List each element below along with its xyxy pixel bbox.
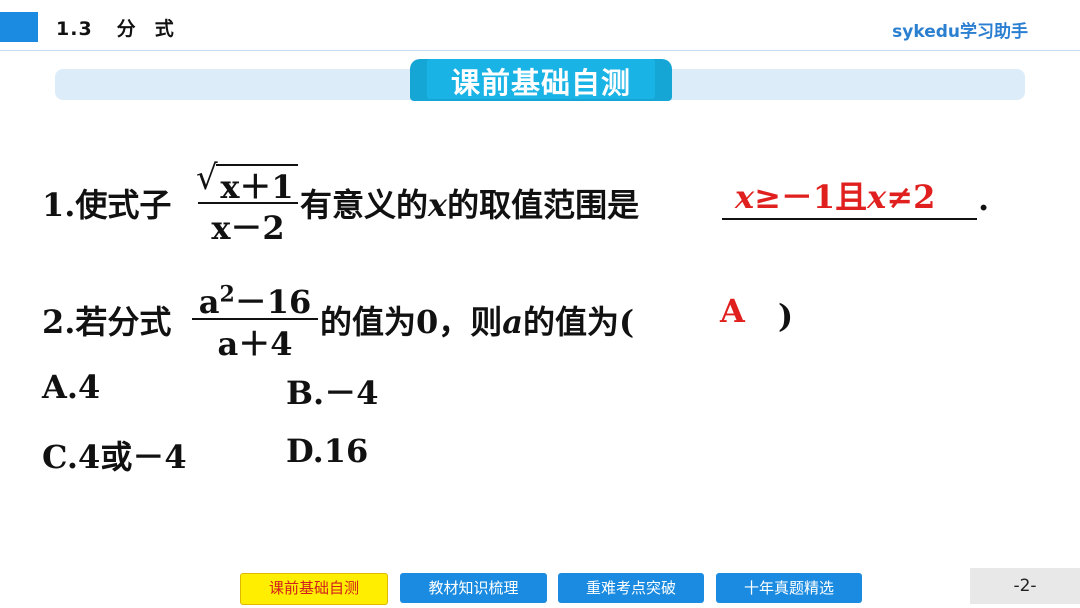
q2-denominator: a＋4 [217, 325, 293, 363]
option-c: C.4或－4 [42, 438, 187, 476]
q1-answer: x≥－1且x≠2 [735, 178, 936, 216]
nav-button-past-exams[interactable]: 十年真题精选 [716, 573, 862, 603]
q2-middle: 的值为0，则a的值为( [320, 303, 635, 341]
q1-answer-blank-line [722, 218, 977, 220]
page-number: -2- [970, 568, 1080, 604]
option-b: B.－4 [286, 374, 379, 412]
q2-prefix: 2.若分式 [42, 303, 172, 341]
q1-fraction: √ x＋1 x－2 [196, 158, 298, 247]
header-accent-block [0, 12, 38, 42]
nav-button-textbook-review[interactable]: 教材知识梳理 [400, 573, 547, 603]
q2-numerator: a2－16 [198, 281, 312, 321]
q1-prefix: 1.使式子 [42, 186, 172, 224]
q1-denominator: x－2 [211, 209, 285, 247]
option-a: A.4 [42, 368, 101, 406]
section-number: 1.3 [56, 18, 93, 40]
q2-close-paren: ) [778, 297, 794, 335]
section-title-char-1: 分 [116, 18, 137, 40]
q1-middle: 有意义的x的取值范围是 [300, 186, 640, 224]
slide-title: 课前基础自测 [450, 66, 631, 100]
header-divider [0, 50, 1080, 51]
q1-period: . [978, 180, 990, 218]
nav-button-key-points[interactable]: 重难考点突破 [558, 573, 704, 603]
option-d: D.16 [286, 432, 369, 470]
section-title-char-2: 式 [154, 18, 175, 40]
section-heading: 1.3 分式 [56, 14, 175, 41]
brand-label: sykedu学习助手 [892, 22, 1028, 42]
nav-button-pre-class-test[interactable]: 课前基础自测 [240, 573, 388, 605]
slide-title-tab: 课前基础自测 [410, 55, 672, 101]
sqrt-sign: √ [196, 158, 218, 198]
q2-fraction: a2－16 a＋4 [192, 277, 318, 363]
q2-answer: A [720, 292, 745, 330]
